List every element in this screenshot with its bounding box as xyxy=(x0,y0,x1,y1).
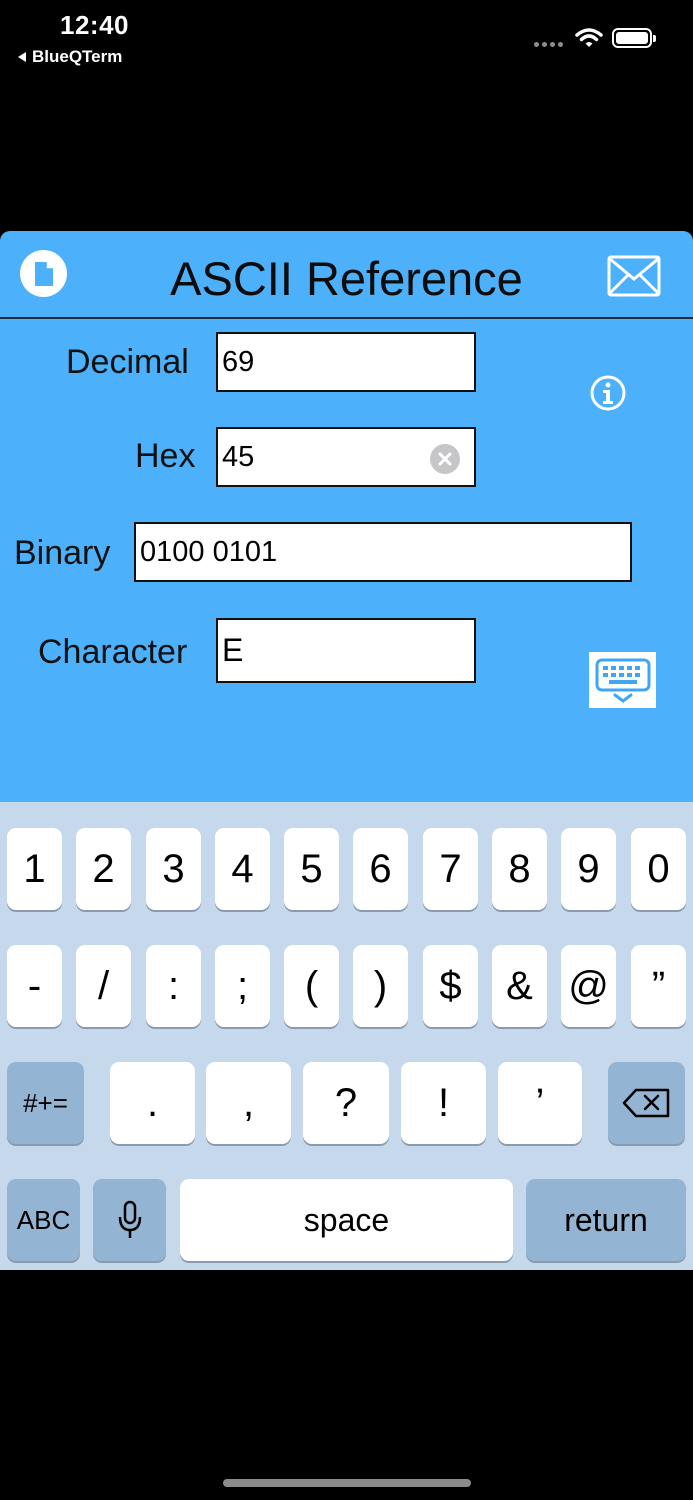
key-exclamation[interactable]: ! xyxy=(401,1062,486,1144)
navbar: ASCII Reference xyxy=(0,231,693,319)
hex-value: 45 xyxy=(222,440,255,473)
back-app-label: BlueQTerm xyxy=(32,47,123,66)
key-1[interactable]: 1 xyxy=(7,828,62,910)
character-label: Character xyxy=(38,633,188,671)
key-semicolon[interactable]: ; xyxy=(215,945,270,1027)
key-quote[interactable]: ” xyxy=(631,945,686,1027)
wifi-icon xyxy=(575,28,603,47)
decimal-value: 69 xyxy=(222,345,255,378)
key-open-paren[interactable]: ( xyxy=(284,945,339,1027)
key-9[interactable]: 9 xyxy=(561,828,616,910)
microphone-icon xyxy=(118,1200,141,1238)
keyboard: 1 2 3 4 5 6 7 8 9 0 - / : ; ( ) $ & @ ” … xyxy=(0,802,693,1270)
decimal-field[interactable]: 69 xyxy=(216,332,476,392)
key-question[interactable]: ? xyxy=(303,1062,389,1144)
battery-icon xyxy=(612,28,656,48)
hex-label: Hex xyxy=(135,437,196,475)
key-apostrophe[interactable]: ’ xyxy=(498,1062,582,1144)
keyboard-dismiss-button[interactable] xyxy=(589,652,656,708)
info-icon[interactable] xyxy=(589,374,627,412)
keyboard-hide-icon xyxy=(595,658,650,703)
key-return[interactable]: return xyxy=(526,1179,686,1261)
decimal-label: Decimal xyxy=(66,343,189,381)
key-colon[interactable]: : xyxy=(146,945,201,1027)
envelope-icon[interactable] xyxy=(607,255,661,297)
key-6[interactable]: 6 xyxy=(353,828,408,910)
back-to-app-link[interactable]: BlueQTerm xyxy=(18,47,122,67)
clear-x-icon xyxy=(438,452,452,466)
binary-value: 0100 0101 xyxy=(140,535,278,568)
signal-dots-icon xyxy=(534,42,563,47)
key-2[interactable]: 2 xyxy=(76,828,131,910)
key-symbols-toggle[interactable]: #+= xyxy=(7,1062,84,1144)
clear-hex-button[interactable] xyxy=(430,444,460,474)
character-field[interactable]: E xyxy=(216,618,476,683)
key-period[interactable]: . xyxy=(110,1062,195,1144)
status-time: 12:40 xyxy=(60,10,129,40)
back-arrow-icon xyxy=(18,52,26,62)
key-delete[interactable] xyxy=(608,1062,685,1144)
home-indicator xyxy=(223,1479,471,1487)
key-5[interactable]: 5 xyxy=(284,828,339,910)
key-ampersand[interactable]: & xyxy=(492,945,547,1027)
key-abc[interactable]: ABC xyxy=(7,1179,80,1261)
character-value: E xyxy=(222,632,244,668)
key-at[interactable]: @ xyxy=(561,945,616,1027)
key-hyphen[interactable]: - xyxy=(7,945,62,1027)
key-3[interactable]: 3 xyxy=(146,828,201,910)
key-7[interactable]: 7 xyxy=(423,828,478,910)
key-slash[interactable]: / xyxy=(76,945,131,1027)
binary-label: Binary xyxy=(14,534,111,572)
key-dollar[interactable]: $ xyxy=(423,945,478,1027)
hex-field[interactable]: 45 xyxy=(216,427,476,487)
key-comma[interactable]: , xyxy=(206,1062,291,1144)
binary-field[interactable]: 0100 0101 xyxy=(134,522,632,582)
page-title: ASCII Reference xyxy=(170,252,523,305)
key-close-paren[interactable]: ) xyxy=(353,945,408,1027)
app-panel: ASCII Reference Decimal 69 Hex 45 Binary… xyxy=(0,231,693,1270)
key-4[interactable]: 4 xyxy=(215,828,270,910)
key-8[interactable]: 8 xyxy=(492,828,547,910)
key-0[interactable]: 0 xyxy=(631,828,686,910)
key-dictation[interactable] xyxy=(93,1179,166,1261)
backspace-icon xyxy=(622,1088,669,1118)
key-space[interactable]: space xyxy=(180,1179,513,1261)
